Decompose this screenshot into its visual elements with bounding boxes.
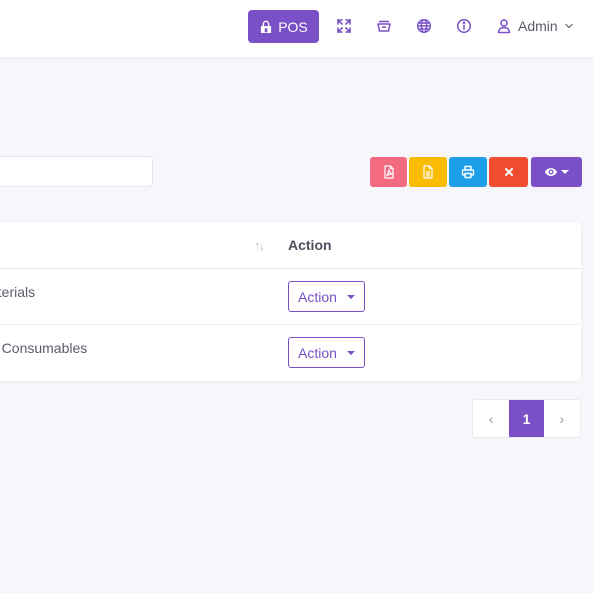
store-icon xyxy=(261,20,272,33)
pagination: ‹ 1 › xyxy=(472,399,581,438)
table-row: aterials Action xyxy=(0,269,581,325)
basket-icon xyxy=(377,20,391,32)
category-name: g Consumables xyxy=(0,340,88,356)
info-icon xyxy=(456,18,472,34)
fullscreen-button[interactable] xyxy=(335,17,353,35)
table-row: g Consumables Action xyxy=(0,325,581,381)
category-name: aterials xyxy=(0,284,36,300)
fullscreen-icon xyxy=(337,19,351,33)
excel-export-button[interactable] xyxy=(409,157,447,187)
pos-label: POS xyxy=(278,18,308,35)
next-page-button[interactable]: › xyxy=(544,400,580,437)
previous-page-button[interactable]: ‹ xyxy=(473,400,509,437)
search-input[interactable] xyxy=(0,156,153,187)
globe-icon xyxy=(416,18,432,34)
basket-button[interactable] xyxy=(375,17,393,35)
user-icon xyxy=(497,19,511,34)
action-dropdown[interactable]: Action xyxy=(288,337,365,368)
caret-down-icon xyxy=(561,170,569,174)
action-column-header: Action xyxy=(288,237,332,253)
top-navbar: POS Admin xyxy=(0,0,593,57)
user-menu[interactable]: Admin xyxy=(496,16,574,36)
action-dropdown[interactable]: Action xyxy=(288,281,365,312)
eye-icon xyxy=(544,168,558,176)
sort-icon[interactable]: ↑↓ xyxy=(254,238,265,253)
print-icon xyxy=(461,165,475,179)
page-1-button[interactable]: 1 xyxy=(509,400,544,437)
column-visibility-button[interactable] xyxy=(531,157,582,187)
language-button[interactable] xyxy=(415,17,433,35)
pdf-export-button[interactable] xyxy=(370,157,407,187)
data-table: ↑↓ Action aterials Action g Consumables … xyxy=(0,222,581,381)
action-label: Action xyxy=(298,344,337,361)
pdf-file-icon xyxy=(383,165,394,179)
chevron-down-icon xyxy=(564,23,573,29)
user-name: Admin xyxy=(518,18,558,34)
close-icon xyxy=(504,168,513,176)
info-button[interactable] xyxy=(455,17,473,35)
caret-down-icon xyxy=(346,294,355,299)
file-icon xyxy=(423,165,433,179)
table-header: ↑↓ Action xyxy=(0,222,581,269)
print-button[interactable] xyxy=(449,157,487,187)
delete-button[interactable] xyxy=(489,157,528,187)
caret-down-icon xyxy=(346,350,355,355)
pos-button[interactable]: POS xyxy=(248,10,319,43)
action-label: Action xyxy=(298,288,337,305)
